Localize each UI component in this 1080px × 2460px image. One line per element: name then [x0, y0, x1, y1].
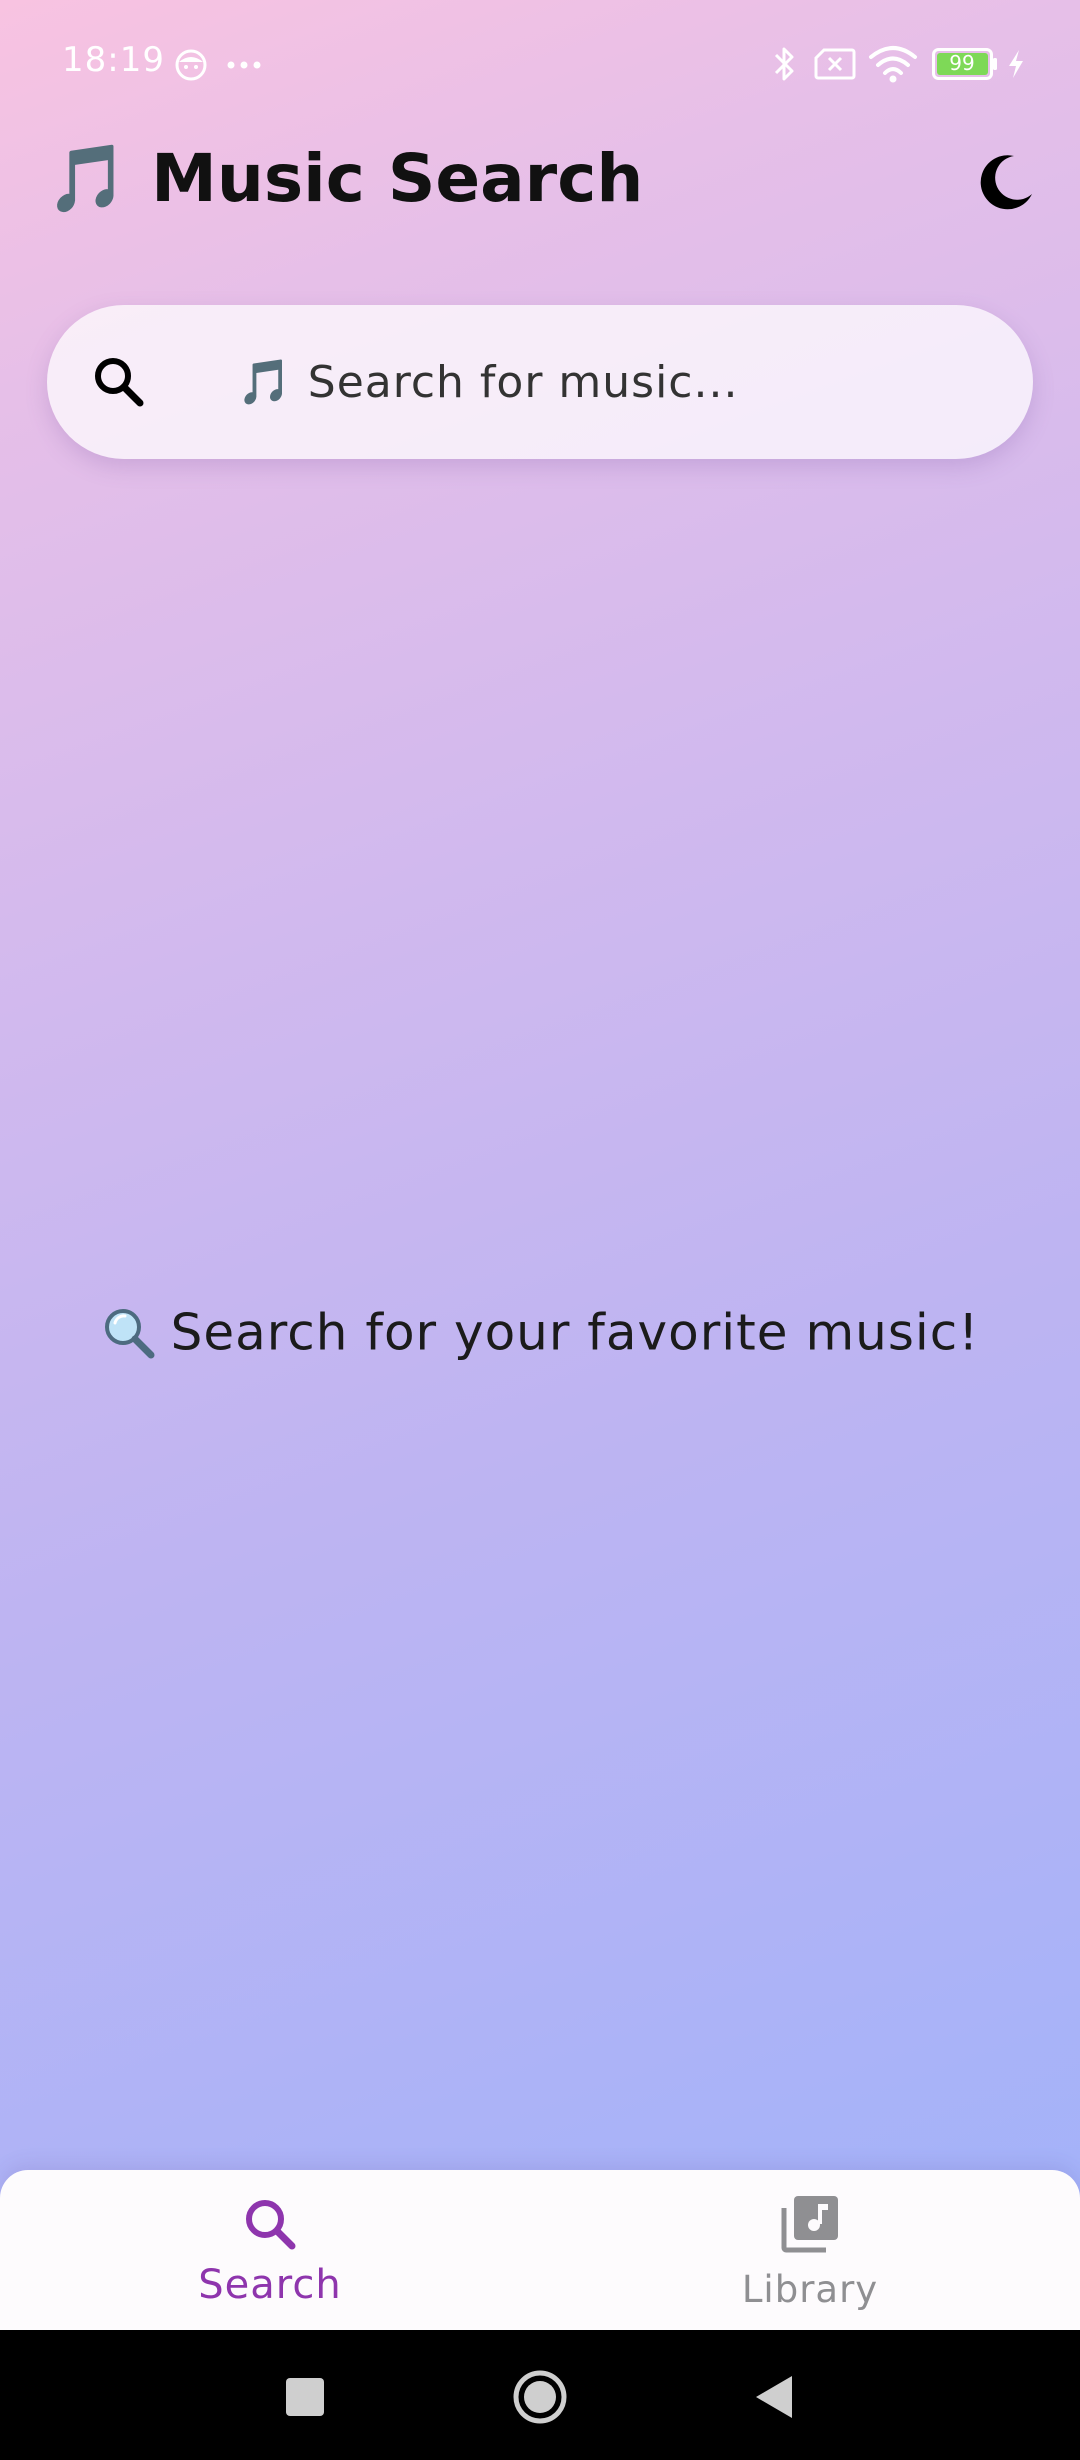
- system-nav-bar: [0, 2330, 1080, 2460]
- charging-icon: [1009, 50, 1023, 78]
- app-header: 🎵 Music Search: [0, 128, 1080, 238]
- recents-icon: [286, 2378, 324, 2416]
- library-music-icon: [781, 2196, 838, 2253]
- status-time: 18:19: [62, 40, 165, 80]
- nav-item-search[interactable]: Search: [0, 2170, 540, 2330]
- nav-item-library[interactable]: Library: [540, 2170, 1080, 2330]
- battery-icon: 99: [932, 48, 998, 80]
- magnifying-glass-icon: [104, 1308, 155, 1358]
- search-icon: [87, 350, 151, 414]
- moon-icon: [980, 155, 1032, 210]
- nav-label-library: Library: [741, 2268, 879, 2311]
- battery-level: 99: [949, 51, 975, 75]
- empty-state: Search for your favorite music!: [0, 1300, 1080, 1362]
- status-bar: 18:19 99: [0, 0, 1080, 128]
- recents-button[interactable]: [270, 2362, 340, 2432]
- empty-state-message: Search for your favorite music!: [170, 1303, 980, 1362]
- home-button[interactable]: [505, 2362, 575, 2432]
- home-icon: [513, 2370, 567, 2424]
- no-sim-icon: [814, 48, 856, 80]
- theme-toggle-button[interactable]: [974, 150, 1038, 214]
- back-button[interactable]: [740, 2362, 810, 2432]
- bottom-nav: Search Library: [0, 2170, 1080, 2330]
- search-icon: [246, 2200, 296, 2250]
- search-input[interactable]: [187, 305, 987, 459]
- wifi-icon: [869, 46, 917, 83]
- nav-label-search: Search: [198, 2262, 342, 2308]
- page-title: 🎵 Music Search: [46, 140, 644, 217]
- back-icon: [756, 2376, 792, 2418]
- search-bar[interactable]: [47, 305, 1033, 459]
- more-dots-icon: [227, 61, 261, 69]
- face-icon: [175, 49, 207, 81]
- bluetooth-icon: [774, 47, 794, 81]
